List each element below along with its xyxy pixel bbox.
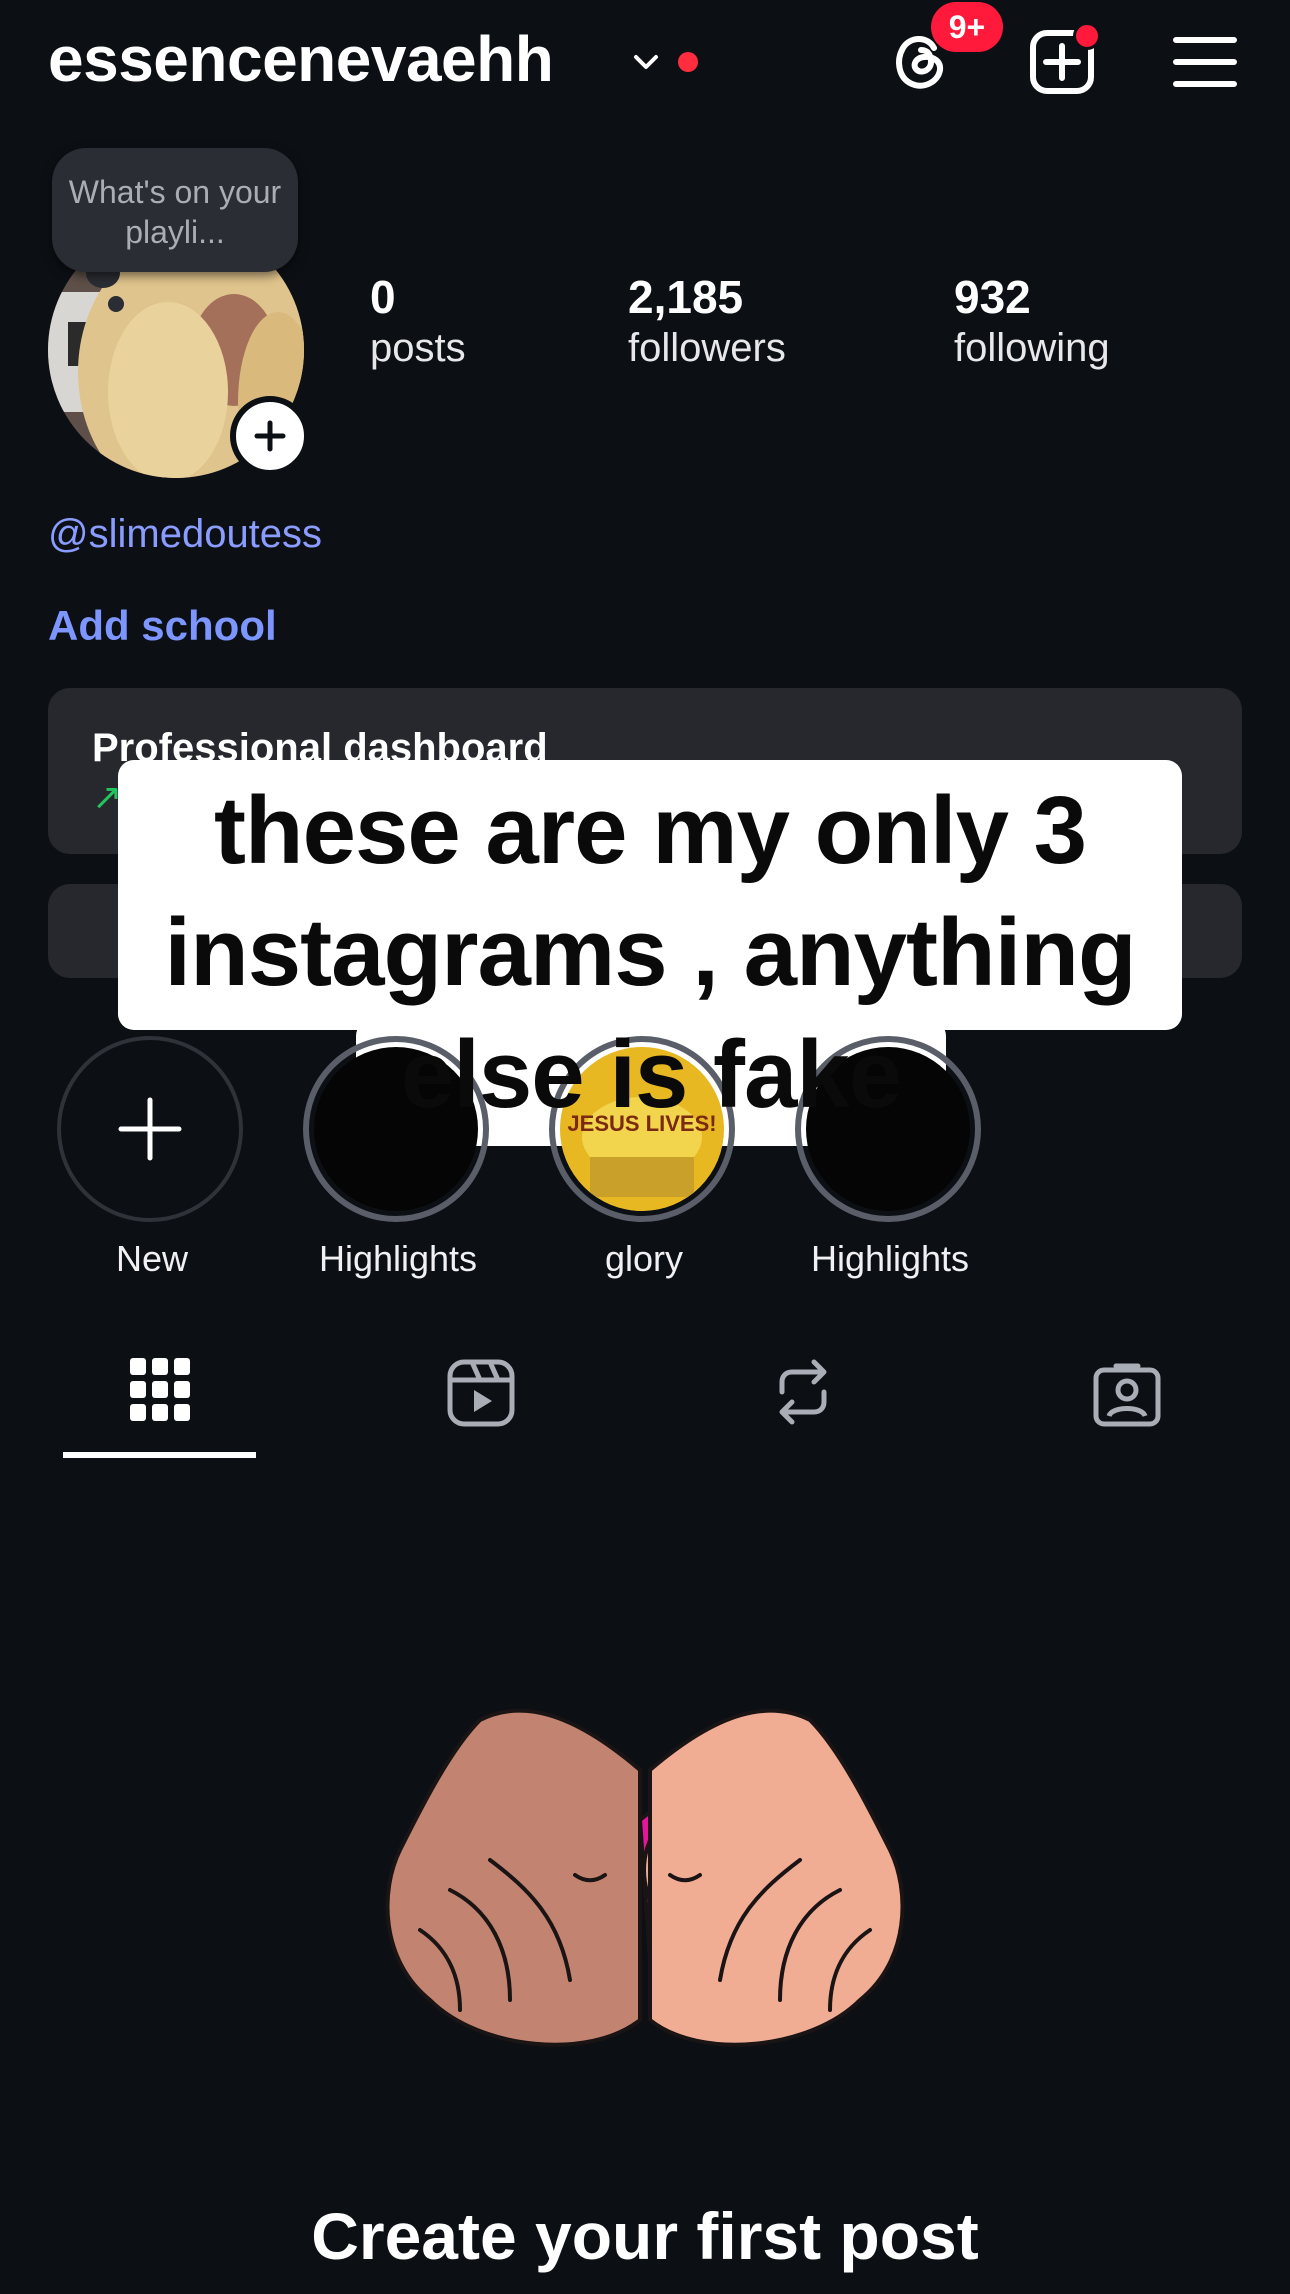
reels-icon[interactable] [446,1358,516,1428]
hands-heart-illustration [385,1708,905,2047]
tagged-icon[interactable] [1092,1362,1162,1428]
posts-count: 0 [370,271,396,323]
reposts-icon[interactable] [768,1356,838,1428]
highlight-label: New [115,1238,189,1279]
plus-icon [254,420,286,452]
following-label[interactable]: following [954,326,1110,371]
posts-label: posts [370,326,466,370]
threads-notification-badge: 9+ [931,2,1003,52]
add-school-link[interactable]: Add school [48,602,277,650]
threads-handle-link[interactable]: @slimedoutess [48,512,322,557]
notification-dot [678,52,698,72]
menu-icon[interactable] [1172,32,1238,92]
note-bubble-tail-small [108,296,124,312]
create-notification-dot [1073,22,1101,50]
caption-line-1: these are my only 3 [213,777,1087,884]
active-tab-indicator [63,1452,256,1458]
add-story-button[interactable] [230,396,310,476]
highlight-label: Highlights [810,1238,970,1279]
create-first-post-heading[interactable]: Create your first post [0,2198,1290,2274]
username-switcher[interactable]: essencenevaehh [48,22,554,96]
grid-icon[interactable] [130,1358,190,1422]
following-count[interactable]: 932 [954,270,1031,324]
caption-line-2: instagrams , anything [164,899,1136,1006]
highlight-new[interactable] [57,1036,243,1222]
chevron-down-icon[interactable] [628,44,664,80]
caption-line-3: else is fake [400,1021,902,1128]
note-text: What's on your playli... [68,174,282,250]
highlight-label: Highlights [318,1238,478,1279]
note-bubble[interactable]: What's on your playli... [52,148,298,272]
followers-count[interactable]: 2,185 [628,270,743,324]
highlight-label: glory [604,1238,684,1279]
followers-label[interactable]: followers [628,326,786,371]
plus-icon [118,1097,182,1161]
